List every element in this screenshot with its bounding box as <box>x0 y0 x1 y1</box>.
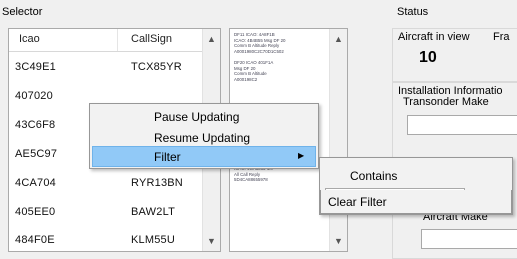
submenu-arrow-icon: ▶ <box>298 151 305 160</box>
menu-item-pause-updating[interactable]: Pause Updating <box>92 106 316 127</box>
scroll-up-icon[interactable]: ▲ <box>207 35 216 44</box>
clear-filter-label: Clear Filter <box>328 195 387 209</box>
list-row[interactable]: 484F0E KLM55U <box>9 225 204 253</box>
menu-item-label: Resume Updating <box>154 131 251 145</box>
status-box: Aircraft in view Fra 10 <box>392 28 517 82</box>
row-icao: 407020 <box>15 90 53 102</box>
list-row[interactable]: 3C49E1 TCX85YR <box>9 52 204 80</box>
menu-item-resume-updating[interactable]: Resume Updating <box>92 127 316 148</box>
row-icao: 4CA704 <box>15 177 56 189</box>
row-icao: 3C49E1 <box>15 61 56 73</box>
scroll-down-icon[interactable]: ▼ <box>334 237 343 246</box>
column-header-callsign[interactable]: CallSign <box>131 33 172 45</box>
row-icao: 405EE0 <box>15 206 56 218</box>
row-callsign: RYR13BN <box>131 177 183 189</box>
column-separator[interactable] <box>117 29 118 51</box>
menu-item-clear-filter[interactable]: Clear Filter <box>320 190 512 214</box>
scroll-down-icon[interactable]: ▼ <box>207 237 216 246</box>
status-group-label: Status <box>397 6 429 18</box>
row-icao: AE5C97 <box>15 148 58 160</box>
list-row[interactable]: 405EE0 BAW2LT <box>9 197 204 225</box>
aircraft-in-view-label: Aircraft in view <box>398 31 470 43</box>
list-header: Icao CallSign <box>9 29 204 52</box>
menu-item-filter[interactable]: Filter ▶ <box>92 146 316 167</box>
transponder-make-label: Transonder Make <box>403 96 489 108</box>
row-callsign: KLM55U <box>131 234 175 246</box>
column-header-icao[interactable]: Icao <box>19 33 40 45</box>
raw-messages-scrollbar[interactable]: ▲ ▼ <box>329 29 347 251</box>
row-callsign: BAW2LT <box>131 206 175 218</box>
menu-item-label: Filter <box>154 150 181 164</box>
row-icao: 43C6F8 <box>15 119 56 131</box>
scroll-up-icon[interactable]: ▲ <box>334 35 343 44</box>
row-callsign: TCX85YR <box>131 61 182 73</box>
aircraft-make-field[interactable] <box>421 229 517 249</box>
menu-item-label: Pause Updating <box>154 110 240 124</box>
contains-label: Contains <box>350 169 398 183</box>
list-row[interactable]: 4CA704 RYR13BN <box>9 168 204 196</box>
aircraft-in-view-value: 10 <box>419 49 437 66</box>
context-menu: Pause Updating Resume Updating Filter ▶ <box>89 103 319 169</box>
row-icao: 484F0E <box>15 234 55 246</box>
transponder-make-field[interactable] <box>407 115 517 135</box>
frames-label: Fra <box>493 31 510 43</box>
selector-group-label: Selector <box>2 6 43 18</box>
